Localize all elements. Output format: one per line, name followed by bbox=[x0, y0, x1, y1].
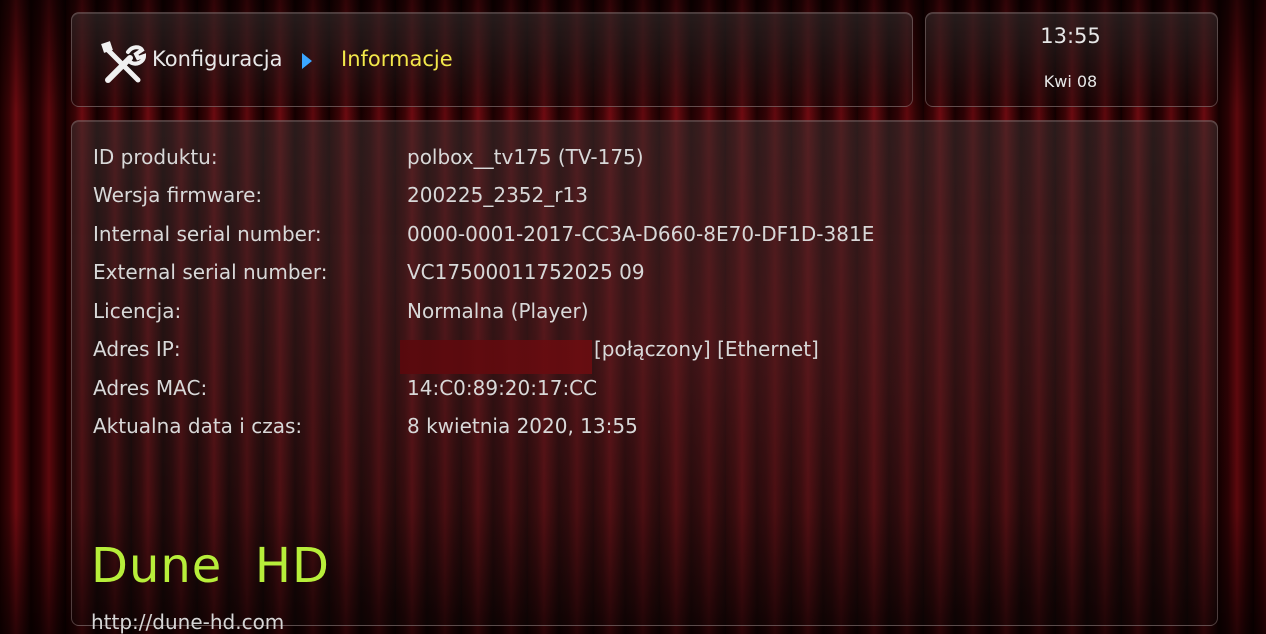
info-value-ip-address: [połączony] [Ethernet] bbox=[594, 337, 819, 361]
info-value-internal-serial: 0000-0001-2017-CC3A-D660-8E70-DF1D-381E bbox=[407, 222, 875, 246]
brand-url: http://dune-hd.com bbox=[91, 610, 285, 634]
info-label-ip-address: Adres IP: bbox=[93, 337, 181, 361]
info-label-internal-serial: Internal serial number: bbox=[93, 222, 322, 246]
breadcrumb-current: Informacje bbox=[341, 47, 453, 71]
info-label-mac-address: Adres MAC: bbox=[93, 376, 208, 400]
breadcrumb-root[interactable]: Konfiguracja bbox=[152, 47, 283, 71]
info-label-date-time: Aktualna data i czas: bbox=[93, 414, 303, 438]
info-value-external-serial: VC17500011752025 09 bbox=[407, 260, 645, 284]
info-label-product-id: ID produktu: bbox=[93, 145, 218, 169]
info-label-firmware: Wersja firmware: bbox=[93, 183, 263, 207]
info-value-firmware: 200225_2352_r13 bbox=[407, 183, 588, 207]
info-label-external-serial: External serial number: bbox=[93, 260, 328, 284]
clock-date: Kwi 08 bbox=[1043, 72, 1098, 91]
clock-time: 13:55 bbox=[1040, 24, 1101, 48]
breadcrumb-separator-icon bbox=[302, 53, 312, 69]
info-label-license: Licencja: bbox=[93, 299, 182, 323]
brand-logo-text: Dune HD bbox=[91, 538, 330, 594]
info-value-product-id: polbox__tv175 (TV-175) bbox=[407, 145, 644, 169]
info-value-license: Normalna (Player) bbox=[407, 299, 589, 323]
info-value-date-time: 8 kwietnia 2020, 13:55 bbox=[407, 414, 638, 438]
ip-address-redaction bbox=[400, 340, 592, 374]
tools-icon bbox=[101, 41, 146, 83]
info-value-mac-address: 14:C0:89:20:17:CC bbox=[407, 376, 598, 400]
